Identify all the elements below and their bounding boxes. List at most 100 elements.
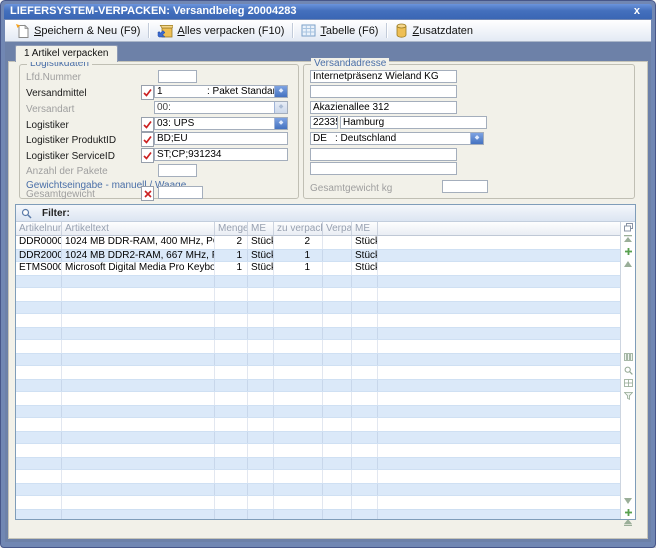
cell-artikelnummer xyxy=(16,510,62,519)
address-street-field[interactable]: Akazienallee 312 xyxy=(310,101,457,114)
cell-artikeltext xyxy=(62,418,215,431)
cell-verpackt xyxy=(323,262,352,275)
cell-verpackt xyxy=(323,392,352,405)
cell-me xyxy=(248,496,274,509)
table-row-empty[interactable] xyxy=(16,301,621,314)
cell-menge xyxy=(215,354,248,365)
cell-menge xyxy=(215,288,248,301)
cell-me2 xyxy=(352,354,378,365)
window-title: LIEFERSYSTEM-VERPACKEN: Versandbeleg 200… xyxy=(10,4,628,19)
search-icon[interactable] xyxy=(21,208,32,219)
grid-side-toolbar xyxy=(620,222,635,519)
table-row-empty[interactable] xyxy=(16,444,621,457)
serviceid-field[interactable]: ST;CP;931234 xyxy=(154,148,288,161)
cell-menge xyxy=(215,380,248,391)
address-name2-field[interactable] xyxy=(310,85,457,98)
cell-artikeltext xyxy=(62,288,215,301)
cell-me xyxy=(248,354,274,365)
table-row-empty[interactable] xyxy=(16,470,621,483)
address-extra2-field[interactable] xyxy=(310,162,457,175)
table-row-empty[interactable] xyxy=(16,509,621,519)
dropdown-arrow-icon: ◆ xyxy=(274,102,287,113)
pack-all-button[interactable]: Alles verpacken (F10) xyxy=(151,22,290,39)
cell-artikeltext: Microsoft Digital Media Pro Keyboard xyxy=(62,262,215,275)
close-button[interactable]: x xyxy=(628,4,646,19)
search-icon[interactable] xyxy=(623,366,633,375)
country-combo[interactable]: DE: Deutschland ◆ xyxy=(310,132,484,145)
cell-artikeltext xyxy=(62,366,215,379)
address-zip-field[interactable]: 22335 xyxy=(310,116,338,129)
columns-icon[interactable] xyxy=(623,353,633,361)
cell-me2: Stück xyxy=(352,236,378,249)
logistiker-combo[interactable]: 03: UPS ◆ xyxy=(154,117,288,130)
table-row-empty[interactable] xyxy=(16,275,621,288)
column-header-zu_verpacken[interactable]: zu verpacke xyxy=(274,222,323,235)
cell-verpackt xyxy=(323,250,352,261)
cell-me xyxy=(248,484,274,495)
filter-funnel-icon[interactable] xyxy=(623,392,633,400)
table-row-empty[interactable] xyxy=(16,353,621,366)
scroll-down-icon[interactable] xyxy=(623,498,633,504)
dropdown-arrow-icon[interactable]: ◆ xyxy=(470,133,483,144)
column-header-verpackt[interactable]: Verpackt xyxy=(323,222,352,235)
cell-verpackt xyxy=(323,328,352,339)
table-row[interactable]: ETMS00003Microsoft Digital Media Pro Key… xyxy=(16,262,621,275)
versandart-label: Versandart xyxy=(26,104,74,115)
table-row-empty[interactable] xyxy=(16,457,621,470)
scroll-plus-down-icon[interactable] xyxy=(623,509,633,516)
gesamtgewicht-label: Gesamtgewicht xyxy=(26,189,95,200)
scroll-last-icon[interactable] xyxy=(623,519,633,526)
table-row-empty[interactable] xyxy=(16,327,621,340)
table-row-empty[interactable] xyxy=(16,288,621,301)
address-name1-field[interactable]: Internetpräsenz Wieland KG xyxy=(310,70,457,83)
lfd-nummer-field[interactable] xyxy=(158,70,197,83)
scroll-first-icon[interactable] xyxy=(623,235,633,242)
cell-menge xyxy=(215,496,248,509)
gesamtgewicht-kg-field[interactable] xyxy=(442,180,488,193)
cell-filler xyxy=(378,444,621,457)
gesamtgewicht-field[interactable] xyxy=(158,186,203,199)
save-new-button[interactable]: Speichern & Neu (F9) xyxy=(9,22,146,39)
additional-data-button[interactable]: Zusatzdaten xyxy=(389,22,479,39)
scroll-plus-up-icon[interactable] xyxy=(623,248,633,255)
table-row-empty[interactable] xyxy=(16,392,621,405)
cell-artikelnummer xyxy=(16,340,62,353)
column-header-artikeltext[interactable]: Artikeltext xyxy=(62,222,215,235)
produktid-field[interactable]: BD;EU xyxy=(154,132,288,145)
cell-artikelnummer xyxy=(16,496,62,509)
app-window: LIEFERSYSTEM-VERPACKEN: Versandbeleg 200… xyxy=(0,0,656,548)
table-row-empty[interactable] xyxy=(16,379,621,392)
table-row[interactable]: DDR000081024 MB DDR-RAM, 400 MHz, PC-320… xyxy=(16,236,621,249)
cell-artikelnummer xyxy=(16,328,62,339)
cell-zu_verpacken xyxy=(274,406,323,417)
table-row-empty[interactable] xyxy=(16,483,621,496)
address-extra1-field[interactable] xyxy=(310,148,457,161)
cell-menge xyxy=(215,328,248,339)
column-header-artikelnummer[interactable]: Artikelnummer xyxy=(16,222,62,235)
cell-artikelnummer xyxy=(16,458,62,469)
table-row-empty[interactable] xyxy=(16,496,621,509)
table-row-empty[interactable] xyxy=(16,340,621,353)
table-row-empty[interactable] xyxy=(16,431,621,444)
address-city-field[interactable]: Hamburg xyxy=(340,116,487,129)
table-row-empty[interactable] xyxy=(16,405,621,418)
anzahl-pakete-field[interactable] xyxy=(158,164,197,177)
table-row-empty[interactable] xyxy=(16,418,621,431)
scroll-up-icon[interactable] xyxy=(623,261,633,267)
table-row-empty[interactable] xyxy=(16,314,621,327)
column-header-me2[interactable]: ME xyxy=(352,222,378,235)
cells-icon[interactable] xyxy=(623,379,633,387)
tab-artikel-verpacken[interactable]: 1 Artikel verpacken xyxy=(15,45,118,62)
table-row[interactable]: DDR2000081024 MB DDR2-RAM, 667 MHz, PC2-… xyxy=(16,249,621,262)
versandmittel-combo[interactable]: 1: Paket Standard ◆ xyxy=(154,85,288,98)
column-header-menge[interactable]: Menge xyxy=(215,222,248,235)
dropdown-arrow-icon[interactable]: ◆ xyxy=(274,86,287,97)
table-row-empty[interactable] xyxy=(16,366,621,379)
cell-me xyxy=(248,392,274,405)
table-button[interactable]: Tabelle (F6) xyxy=(295,23,384,38)
column-header-filler[interactable] xyxy=(378,222,621,235)
cell-menge xyxy=(215,432,248,443)
column-header-me[interactable]: ME xyxy=(248,222,274,235)
dropdown-arrow-icon[interactable]: ◆ xyxy=(274,118,287,129)
select-all-icon[interactable] xyxy=(623,223,633,232)
